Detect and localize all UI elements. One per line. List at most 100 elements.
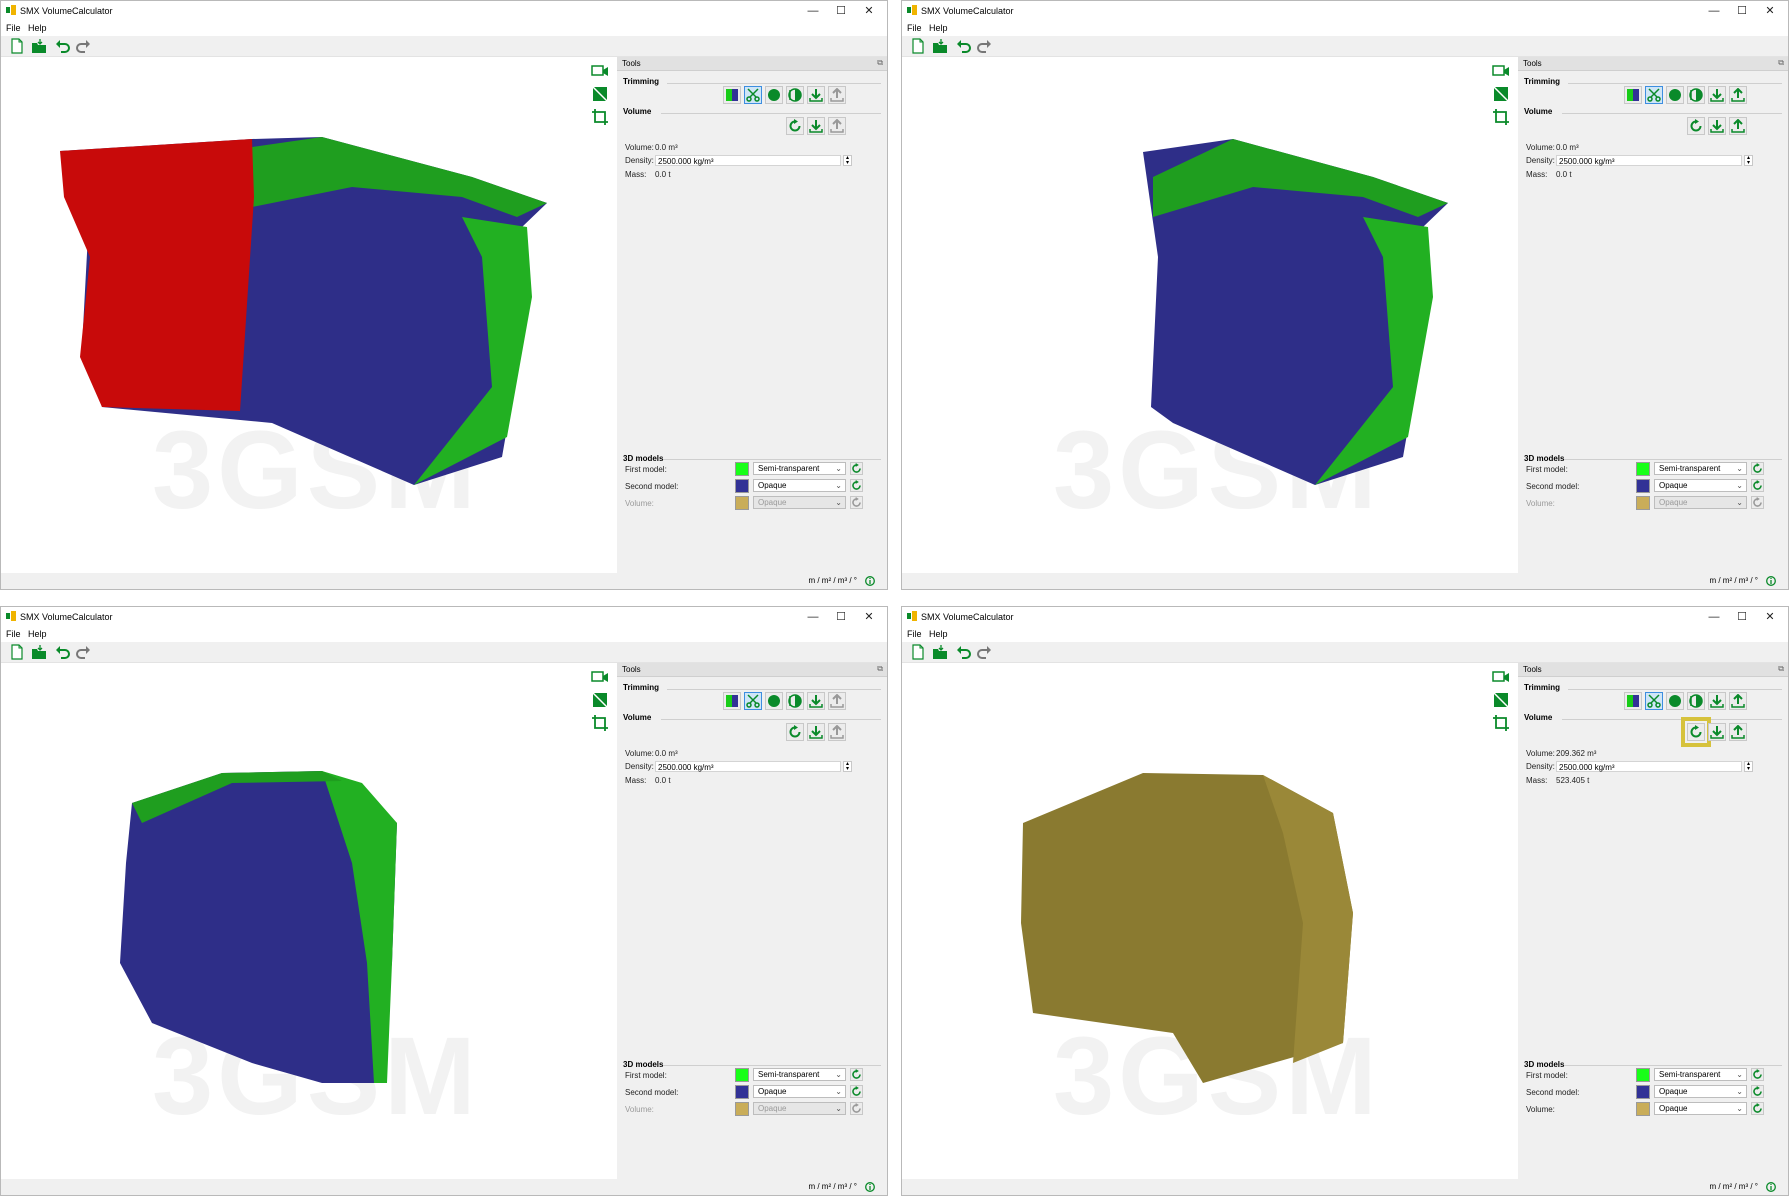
first-model-select[interactable]: Semi-transparent ⌄ — [1654, 1068, 1747, 1081]
crop-view-icon[interactable] — [591, 714, 609, 732]
undo-icon[interactable] — [55, 644, 71, 660]
first-model-reload-button[interactable] — [850, 462, 863, 475]
density-spinner[interactable]: ▴ ▾ — [843, 155, 852, 166]
new-file-icon[interactable] — [910, 38, 926, 54]
density-spinner[interactable]: ▴ ▾ — [1744, 155, 1753, 166]
trim-download-button[interactable] — [1708, 692, 1726, 710]
second-model-reload-button[interactable] — [1751, 1085, 1764, 1098]
first-model-color[interactable] — [1636, 462, 1650, 476]
second-model-reload-button[interactable] — [850, 479, 863, 492]
first-model-color[interactable] — [735, 1068, 749, 1082]
open-folder-icon[interactable] — [932, 38, 948, 54]
maximize-button[interactable]: ☐ — [827, 609, 855, 625]
trim-download-button[interactable] — [1708, 86, 1726, 104]
first-model-color[interactable] — [735, 462, 749, 476]
close-button[interactable]: ✕ — [1756, 609, 1784, 625]
undo-icon[interactable] — [956, 644, 972, 660]
first-model-select[interactable]: Semi-transparent ⌄ — [753, 1068, 846, 1081]
open-folder-icon[interactable] — [932, 644, 948, 660]
info-icon[interactable] — [1766, 576, 1776, 586]
new-file-icon[interactable] — [9, 644, 25, 660]
invert-trim-button[interactable] — [786, 86, 804, 104]
menu-help[interactable]: Help — [929, 23, 948, 33]
info-icon[interactable] — [865, 1182, 875, 1192]
redo-icon[interactable] — [976, 644, 992, 660]
second-model-select[interactable]: Opaque ⌄ — [753, 1085, 846, 1098]
section-view-icon[interactable] — [591, 85, 609, 103]
volume-upload-button[interactable] — [1729, 117, 1747, 135]
section-view-icon[interactable] — [591, 691, 609, 709]
volume-model-color[interactable] — [1636, 496, 1650, 510]
redo-icon[interactable] — [75, 38, 91, 54]
maximize-button[interactable]: ☐ — [1728, 609, 1756, 625]
trim-upload-button[interactable] — [828, 692, 846, 710]
scissors-trim-button[interactable] — [744, 86, 762, 104]
camera-view-icon[interactable] — [591, 62, 609, 80]
density-input[interactable]: 2500.000 kg/m³ — [1556, 761, 1742, 772]
invert-trim-button[interactable] — [1687, 86, 1705, 104]
volume-model-color[interactable] — [735, 1102, 749, 1116]
volume-model-select[interactable]: Opaque ⌄ — [753, 1102, 846, 1115]
new-file-icon[interactable] — [9, 38, 25, 54]
first-model-reload-button[interactable] — [850, 1068, 863, 1081]
volume-model-reload-button[interactable] — [1751, 1102, 1764, 1115]
close-button[interactable]: ✕ — [855, 3, 883, 19]
second-model-color[interactable] — [1636, 479, 1650, 493]
scissors-trim-button[interactable] — [1645, 692, 1663, 710]
undo-icon[interactable] — [55, 38, 71, 54]
second-model-color[interactable] — [1636, 1085, 1650, 1099]
volume-model-color[interactable] — [735, 496, 749, 510]
first-model-reload-button[interactable] — [1751, 1068, 1764, 1081]
redo-icon[interactable] — [976, 38, 992, 54]
crop-view-icon[interactable] — [1492, 108, 1510, 126]
menu-help[interactable]: Help — [28, 23, 47, 33]
menu-file[interactable]: File — [6, 629, 21, 639]
menu-help[interactable]: Help — [28, 629, 47, 639]
second-model-select[interactable]: Opaque ⌄ — [1654, 1085, 1747, 1098]
density-spinner[interactable]: ▴ ▾ — [843, 761, 852, 772]
density-input[interactable]: 2500.000 kg/m³ — [655, 155, 841, 166]
split-models-button[interactable] — [1624, 86, 1642, 104]
second-model-color[interactable] — [735, 1085, 749, 1099]
menu-help[interactable]: Help — [929, 629, 948, 639]
volume-model-select[interactable]: Opaque ⌄ — [1654, 1102, 1747, 1115]
crop-view-icon[interactable] — [1492, 714, 1510, 732]
section-view-icon[interactable] — [1492, 691, 1510, 709]
invert-trim-button[interactable] — [1687, 692, 1705, 710]
volume-download-button[interactable] — [1708, 723, 1726, 741]
density-input[interactable]: 2500.000 kg/m³ — [1556, 155, 1742, 166]
sphere-button[interactable] — [1666, 692, 1684, 710]
menu-file[interactable]: File — [907, 629, 922, 639]
volume-model-reload-button[interactable] — [850, 1102, 863, 1115]
camera-view-icon[interactable] — [1492, 62, 1510, 80]
open-folder-icon[interactable] — [31, 644, 47, 660]
second-model-select[interactable]: Opaque ⌄ — [753, 479, 846, 492]
split-models-button[interactable] — [1624, 692, 1642, 710]
crop-view-icon[interactable] — [591, 108, 609, 126]
scissors-trim-button[interactable] — [1645, 86, 1663, 104]
split-models-button[interactable] — [723, 692, 741, 710]
minimize-button[interactable]: — — [1700, 609, 1728, 625]
undock-icon[interactable]: ⧉ — [877, 58, 883, 68]
volume-download-button[interactable] — [807, 117, 825, 135]
volume-model-select[interactable]: Opaque ⌄ — [753, 496, 846, 509]
undock-icon[interactable]: ⧉ — [877, 664, 883, 674]
maximize-button[interactable]: ☐ — [1728, 3, 1756, 19]
redo-icon[interactable] — [75, 644, 91, 660]
density-spinner[interactable]: ▴ ▾ — [1744, 761, 1753, 772]
info-icon[interactable] — [1766, 1182, 1776, 1192]
volume-model-select[interactable]: Opaque ⌄ — [1654, 496, 1747, 509]
section-view-icon[interactable] — [1492, 85, 1510, 103]
density-input[interactable]: 2500.000 kg/m³ — [655, 761, 841, 772]
sphere-button[interactable] — [1666, 86, 1684, 104]
trim-download-button[interactable] — [807, 692, 825, 710]
camera-view-icon[interactable] — [591, 668, 609, 686]
trim-upload-button[interactable] — [1729, 86, 1747, 104]
trim-download-button[interactable] — [807, 86, 825, 104]
volume-download-button[interactable] — [1708, 117, 1726, 135]
second-model-reload-button[interactable] — [850, 1085, 863, 1098]
close-button[interactable]: ✕ — [855, 609, 883, 625]
volume-upload-button[interactable] — [828, 117, 846, 135]
close-button[interactable]: ✕ — [1756, 3, 1784, 19]
3d-viewport[interactable]: 3GSM — [903, 663, 1517, 1180]
